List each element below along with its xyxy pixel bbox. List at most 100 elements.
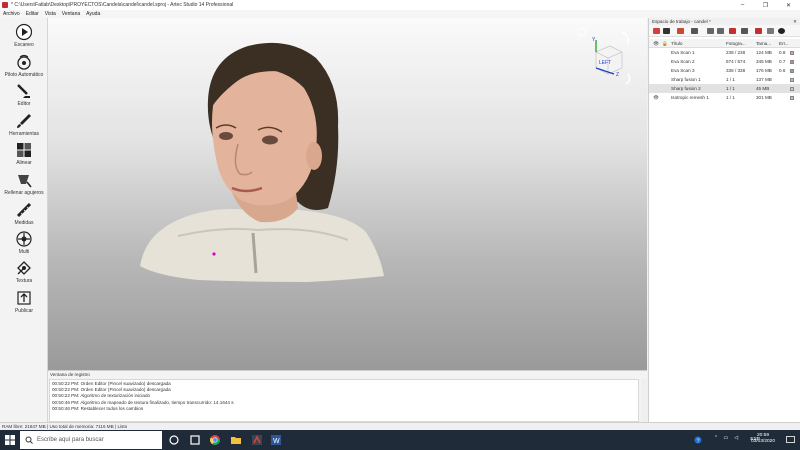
workspace-close-icon[interactable]: ✕ xyxy=(793,18,797,25)
column-frames[interactable]: Fotogra... xyxy=(726,39,755,48)
network-icon[interactable]: ▭ xyxy=(723,436,728,441)
row-color-swatch[interactable] xyxy=(790,59,794,64)
tag-icon[interactable] xyxy=(729,28,736,34)
file-explorer-icon[interactable] xyxy=(230,434,242,446)
row-color-swatch[interactable] xyxy=(790,50,794,55)
tool-piloto[interactable]: Piloto Automático xyxy=(0,53,48,78)
tool-rellenar[interactable]: Rellenar agujeros xyxy=(0,171,48,196)
help-icon[interactable]: ? xyxy=(694,436,702,444)
row-color-swatch[interactable] xyxy=(790,68,794,73)
tool-label: Medidas xyxy=(14,220,34,226)
artec-studio-icon[interactable] xyxy=(251,434,263,446)
tool-panel: Escaneo Piloto Automático Editor Herrami… xyxy=(0,18,48,422)
tool-label: Rellenar agujeros xyxy=(4,190,44,196)
row-size: 176 MB xyxy=(756,68,772,73)
marker-dot xyxy=(212,252,216,256)
app-icon xyxy=(2,2,8,8)
row-frames: 1 / 1 xyxy=(726,77,735,82)
tool-label: Escaneo xyxy=(14,42,34,48)
undo-icon[interactable] xyxy=(707,28,714,34)
status-state: Listo xyxy=(117,424,128,429)
column-size[interactable]: Tama... xyxy=(756,39,778,48)
notifications-icon[interactable] xyxy=(786,436,795,444)
tool-textura[interactable]: Textura xyxy=(0,259,48,284)
menu-ventana[interactable]: Ventana xyxy=(59,11,83,17)
title-bar: * C:\Users\Fatlab\Desktop\PROYECTOS\Cand… xyxy=(0,0,800,10)
filter-icon[interactable] xyxy=(691,28,698,34)
tool-medidas[interactable]: Medidas xyxy=(0,201,48,226)
table-row[interactable]: Eva Scan 1 238 / 238 124 MB 0.8 xyxy=(649,48,800,57)
redo-icon[interactable] xyxy=(717,28,724,34)
row-color-swatch[interactable] xyxy=(790,77,794,82)
widget-icon[interactable] xyxy=(189,434,201,446)
log-window: Ventana de registro 00:50:22 PM: Orden E… xyxy=(48,370,647,422)
chrome-icon[interactable] xyxy=(209,434,221,446)
menu-archivo[interactable]: Archivo xyxy=(0,11,23,17)
search-icon xyxy=(25,436,33,444)
table-row[interactable]: Eva Scan 2 574 / 574 345 MB 0.7 xyxy=(649,57,800,66)
column-title[interactable]: Título xyxy=(671,39,725,48)
table-row[interactable]: Sharp fusion 1 1 / 1 137 MB xyxy=(649,75,800,84)
column-error[interactable]: Err... xyxy=(779,39,789,48)
row-title: Sharp fusion 1 xyxy=(671,77,701,82)
row-title: Sharp fusion 2 xyxy=(671,86,701,91)
brush-icon xyxy=(17,114,31,128)
menu-bar: Archivo Editar Vista Ventana Ayuda xyxy=(0,10,800,18)
taskbar-search[interactable]: Escribe aquí para buscar xyxy=(20,431,162,449)
tool-multi[interactable]: Multi xyxy=(0,230,48,255)
row-color-swatch[interactable] xyxy=(790,86,794,91)
windows-start-icon[interactable] xyxy=(5,435,15,445)
menu-ayuda[interactable]: Ayuda xyxy=(83,11,103,17)
table-row[interactable]: Eva Scan 3 338 / 338 176 MB 0.6 xyxy=(649,66,800,75)
maximize-button[interactable]: ❐ xyxy=(754,2,777,9)
3d-viewport[interactable]: LEFT Y Z xyxy=(48,18,647,370)
window-controls: – ❐ ✕ xyxy=(731,2,800,9)
row-error: 0.7 xyxy=(779,59,786,64)
table-row[interactable]: 👁 Isotropic remesh 1 1 / 1 301 MB xyxy=(649,93,800,102)
row-color-swatch[interactable] xyxy=(790,95,794,100)
workspace-toolbar xyxy=(649,25,800,37)
visibility-eye-icon[interactable]: 👁 xyxy=(653,93,660,102)
menu-vista[interactable]: Vista xyxy=(42,11,59,17)
row-frames: 238 / 238 xyxy=(726,50,746,55)
log-content[interactable]: 00:50:22 PM: Orden Editor (Pincel suaviz… xyxy=(49,379,639,422)
scan-add-icon[interactable] xyxy=(677,28,684,34)
volume-icon[interactable]: ◁ xyxy=(734,436,738,441)
log-title: Ventana de registro xyxy=(50,372,90,377)
publish-icon xyxy=(17,291,31,305)
table-row-selected[interactable]: Sharp fusion 2 1 / 1 45 MB xyxy=(649,84,800,93)
folder-icon[interactable] xyxy=(663,28,670,34)
tray-overflow-icon[interactable]: ⌃ xyxy=(714,436,718,441)
tool-alinear[interactable]: Alinear xyxy=(0,141,48,166)
visibility-header-icon[interactable]: 👁 xyxy=(653,39,660,48)
tool-publicar[interactable]: Publicar xyxy=(0,289,48,314)
workspace-title: Espacio de trabajo - candel * xyxy=(652,19,711,24)
row-title: Eva Scan 1 xyxy=(671,50,695,55)
view-mode-icon[interactable] xyxy=(741,28,748,34)
row-error: 0.8 xyxy=(779,50,786,55)
tool-escaneo[interactable]: Escaneo xyxy=(0,23,48,48)
word-icon[interactable]: W xyxy=(270,434,282,446)
workspace-panel: Espacio de trabajo - candel * ✕ 👁 🔒 Títu… xyxy=(648,18,800,422)
color-icon[interactable] xyxy=(755,28,762,34)
menu-editar[interactable]: Editar xyxy=(23,11,42,17)
tool-herramientas[interactable]: Herramientas xyxy=(0,112,48,137)
list-icon[interactable] xyxy=(767,28,774,34)
ruler-icon xyxy=(16,202,32,218)
lock-header-icon[interactable]: 🔒 xyxy=(662,39,668,48)
delete-icon[interactable] xyxy=(653,28,660,34)
close-button[interactable]: ✕ xyxy=(777,2,800,9)
minimize-button[interactable]: – xyxy=(731,2,754,9)
gear-icon[interactable] xyxy=(778,28,785,34)
scan-model[interactable]: LEFT Y Z xyxy=(48,18,647,370)
row-size: 301 MB xyxy=(756,95,772,100)
view-cube[interactable]: LEFT Y Z xyxy=(577,27,631,85)
tool-label: Publicar xyxy=(14,308,34,314)
row-frames: 1 / 1 xyxy=(726,95,735,100)
clock-date: 03/03/2020 xyxy=(750,439,775,444)
autopilot-icon xyxy=(17,54,31,70)
log-scrollbar[interactable] xyxy=(641,379,647,422)
task-view-icon[interactable] xyxy=(168,434,180,446)
clock[interactable]: 20:59 03/03/2020 xyxy=(746,433,780,445)
tool-editor[interactable]: Editor xyxy=(0,82,48,107)
